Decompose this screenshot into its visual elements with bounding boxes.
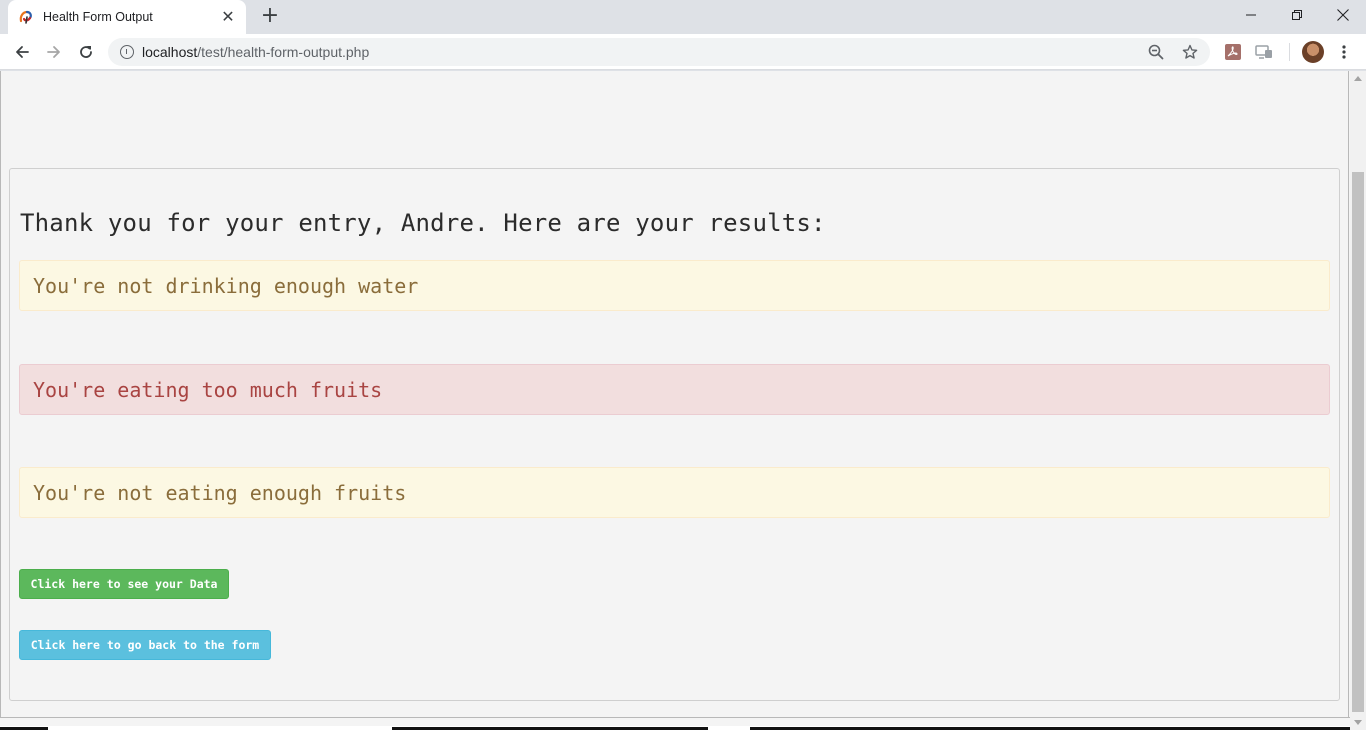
alert-text: You're not drinking enough water (33, 273, 419, 298)
taskbar-edge (0, 726, 1350, 730)
page-frame-right (1348, 71, 1349, 718)
pdf-extension-icon[interactable] (1223, 42, 1243, 62)
star-icon[interactable] (1180, 42, 1200, 62)
alert-text: You're not eating enough fruits (33, 480, 407, 505)
cast-icon[interactable] (1254, 42, 1274, 62)
restore-icon (1292, 10, 1302, 20)
forward-button[interactable] (40, 38, 68, 66)
reload-button[interactable] (72, 38, 100, 66)
restore-button[interactable] (1274, 0, 1320, 30)
new-tab-button[interactable]: + (258, 5, 282, 28)
minimize-button[interactable] (1228, 0, 1274, 30)
close-window-button[interactable] (1320, 0, 1366, 30)
address-bar[interactable]: localhost/test/health-form-output.php (108, 38, 1210, 66)
tab-title: Health Form Output (43, 10, 153, 24)
url-path: /test/health-form-output.php (197, 44, 370, 60)
vertical-scrollbar[interactable] (1350, 71, 1366, 730)
see-data-button[interactable]: Click here to see your Data (19, 569, 229, 599)
back-button[interactable] (8, 38, 36, 66)
close-icon (1337, 9, 1349, 21)
alert-fruits-too-much: You're eating too much fruits (19, 364, 1330, 415)
alert-text: You're eating too much fruits (33, 377, 383, 402)
alert-water-warning: You're not drinking enough water (19, 260, 1330, 311)
scroll-up-arrow-icon[interactable] (1354, 76, 1362, 81)
tab-close-icon[interactable]: ✕ (220, 9, 236, 25)
browser-tab[interactable]: Health Form Output ✕ (8, 0, 246, 34)
page-title: Thank you for your entry, Andre. Here ar… (20, 209, 826, 237)
toolbar-divider (1289, 43, 1290, 61)
alert-fruits-not-enough: You're not eating enough fruits (19, 467, 1330, 518)
scrollbar-thumb[interactable] (1352, 172, 1364, 712)
scroll-down-arrow-icon[interactable] (1354, 720, 1362, 725)
info-icon[interactable] (120, 45, 134, 59)
swirl-favicon-icon (18, 9, 34, 25)
tab-strip: Health Form Output ✕ + (0, 0, 1366, 34)
minimize-icon (1246, 14, 1256, 16)
back-to-form-button[interactable]: Click here to go back to the form (19, 630, 271, 660)
reload-icon (80, 46, 92, 58)
browser-toolbar: localhost/test/health-form-output.php (0, 34, 1366, 70)
profile-avatar[interactable] (1302, 41, 1324, 63)
zoom-out-icon[interactable] (1146, 42, 1166, 62)
page-viewport: Thank you for your entry, Andre. Here ar… (0, 71, 1350, 730)
page-frame-left (0, 71, 1, 718)
kebab-menu-icon[interactable] (1334, 42, 1354, 62)
url-host: localhost (142, 44, 198, 60)
page-frame-bottom (0, 717, 1350, 718)
results-panel: Thank you for your entry, Andre. Here ar… (9, 168, 1340, 701)
arrow-left-icon (16, 46, 29, 58)
arrow-right-icon (47, 46, 60, 58)
